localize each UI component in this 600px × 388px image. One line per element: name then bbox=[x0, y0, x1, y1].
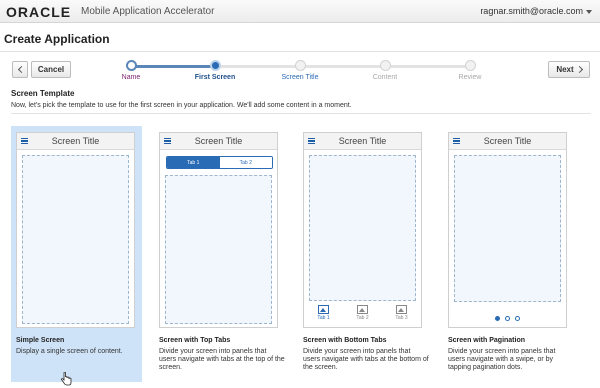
template-description: Divide your screen into panels that user… bbox=[448, 348, 556, 371]
preview-content-area bbox=[309, 155, 416, 301]
user-email: ragnar.smith@oracle.com bbox=[480, 6, 583, 16]
train-step-name-dot[interactable] bbox=[126, 60, 137, 71]
template-pagination[interactable]: Screen Title Screen with Pagination Divi… bbox=[443, 126, 574, 382]
screen-preview: Screen Title bbox=[448, 132, 567, 328]
app-title: Mobile Application Accelerator bbox=[81, 6, 215, 17]
user-menu[interactable]: ragnar.smith@oracle.com bbox=[480, 6, 592, 16]
train-step-review-dot[interactable] bbox=[465, 60, 476, 71]
hand-cursor-icon bbox=[61, 372, 72, 386]
pagination-dot bbox=[505, 316, 510, 321]
chevron-right-icon bbox=[575, 65, 583, 74]
screen-preview: Screen Title Tab 1 Tab 2 bbox=[159, 132, 278, 328]
preview-header: Screen Title bbox=[449, 133, 566, 150]
next-button[interactable]: Next bbox=[548, 61, 590, 78]
train-step-first-screen[interactable]: First Screen bbox=[175, 74, 255, 81]
preview-content-area bbox=[165, 175, 272, 324]
preview-tab-label: Tab 3 bbox=[395, 315, 408, 321]
preview-content-area bbox=[454, 155, 561, 302]
preview-screen-title: Screen Title bbox=[51, 136, 100, 146]
template-name: Screen with Bottom Tabs bbox=[303, 337, 387, 344]
preview-screen-title: Screen Title bbox=[338, 136, 387, 146]
template-top-tabs[interactable]: Screen Title Tab 1 Tab 2 Screen with Top… bbox=[154, 126, 285, 382]
preview-header: Screen Title bbox=[304, 133, 421, 150]
preview-tab: Tab 2 bbox=[356, 303, 369, 325]
template-description: Divide your screen into panels that user… bbox=[159, 348, 285, 371]
train-line-done bbox=[131, 65, 215, 68]
screen-preview: Screen Title Tab 1 Tab 2 Tab 3 bbox=[303, 132, 422, 328]
train-step-content-dot[interactable] bbox=[380, 60, 391, 71]
divider bbox=[11, 113, 591, 114]
preview-tab-label: Tab 1 bbox=[317, 315, 330, 321]
preview-bottom-tabs: Tab 1 Tab 2 Tab 3 bbox=[304, 303, 421, 325]
pagination-dot-active bbox=[495, 316, 500, 321]
template-description: Display a single screen of content. bbox=[16, 348, 123, 355]
train-line-pending bbox=[215, 65, 470, 68]
preview-screen-title: Screen Title bbox=[483, 136, 532, 146]
top-bar: ORACLE Mobile Application Accelerator ra… bbox=[0, 0, 600, 23]
train-step-screen-title[interactable]: Screen Title bbox=[260, 74, 340, 81]
cancel-button[interactable]: Cancel bbox=[31, 61, 71, 78]
preview-tab: Tab 2 bbox=[219, 157, 272, 168]
train-step-first-screen-dot[interactable] bbox=[210, 60, 221, 71]
train-step-review: Review bbox=[458, 74, 482, 81]
chevron-left-icon bbox=[17, 65, 25, 74]
template-description: Divide your screen into panels that user… bbox=[303, 348, 429, 371]
preview-tab: Tab 1 bbox=[317, 303, 330, 325]
page-title: Create Application bbox=[4, 32, 110, 46]
pagination-dot bbox=[515, 316, 520, 321]
template-simple-screen[interactable]: Screen Title Simple Screen Display a sin… bbox=[11, 126, 142, 382]
screen-preview: Screen Title bbox=[16, 132, 135, 328]
preview-content-area bbox=[22, 155, 129, 324]
preview-top-tabs: Tab 1 Tab 2 bbox=[166, 156, 273, 169]
template-name: Screen with Pagination bbox=[448, 337, 526, 344]
preview-tab: Tab 3 bbox=[395, 303, 408, 325]
divider bbox=[0, 51, 600, 52]
section-title: Screen Template bbox=[11, 89, 75, 98]
preview-screen-title: Screen Title bbox=[194, 136, 243, 146]
image-icon bbox=[395, 305, 407, 314]
template-bottom-tabs[interactable]: Screen Title Tab 1 Tab 2 Tab 3 Screen wi… bbox=[298, 126, 429, 382]
template-name: Simple Screen bbox=[16, 337, 65, 344]
train-step-content: Content bbox=[372, 74, 398, 81]
template-name: Screen with Top Tabs bbox=[159, 337, 231, 344]
image-icon bbox=[317, 305, 329, 314]
image-icon bbox=[356, 305, 368, 314]
preview-tab: Tab 1 bbox=[167, 157, 220, 168]
train-step-screen-title-dot[interactable] bbox=[295, 60, 306, 71]
preview-tab-label: Tab 2 bbox=[356, 315, 369, 321]
next-button-label: Next bbox=[556, 65, 574, 74]
chevron-down-icon bbox=[586, 9, 592, 14]
oracle-logo: ORACLE bbox=[6, 4, 72, 20]
preview-header: Screen Title bbox=[160, 133, 277, 150]
train-step-name[interactable]: Name bbox=[91, 74, 171, 81]
preview-header: Screen Title bbox=[17, 133, 134, 150]
pagination-dots bbox=[449, 316, 566, 321]
instructions-text: Now, let's pick the template to use for … bbox=[11, 102, 352, 109]
back-button[interactable] bbox=[12, 61, 28, 78]
